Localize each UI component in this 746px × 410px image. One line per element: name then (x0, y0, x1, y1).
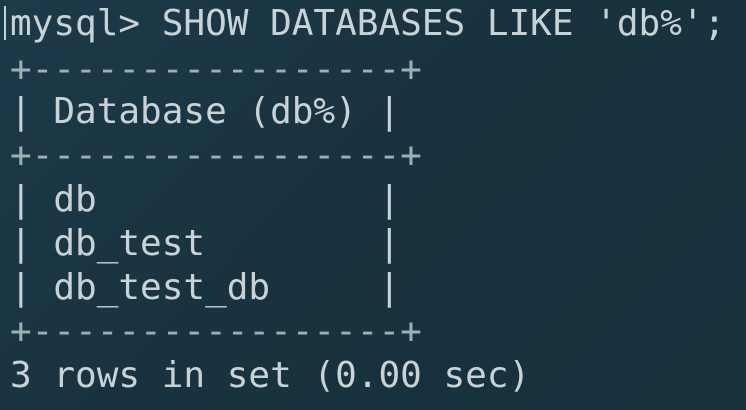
terminal-window[interactable]: mysql> SHOW DATABASES LIKE 'db%'; +-----… (0, 0, 746, 410)
text-cursor (4, 6, 6, 40)
table-header-row: | Database (db%) | (10, 91, 401, 132)
table-row: | db_test_db | (10, 267, 401, 308)
table-border-bottom: +-----------------+ (10, 311, 422, 352)
table-row: | db_test | (10, 223, 401, 264)
table-row: | db | (10, 179, 401, 220)
table-border-top: +-----------------+ (10, 49, 422, 90)
command-prompt-line[interactable]: mysql> SHOW DATABASES LIKE 'db%'; (10, 2, 725, 46)
result-summary: 3 rows in set (0.00 sec) (10, 355, 531, 396)
table-border-middle: +-----------------+ (10, 135, 422, 176)
